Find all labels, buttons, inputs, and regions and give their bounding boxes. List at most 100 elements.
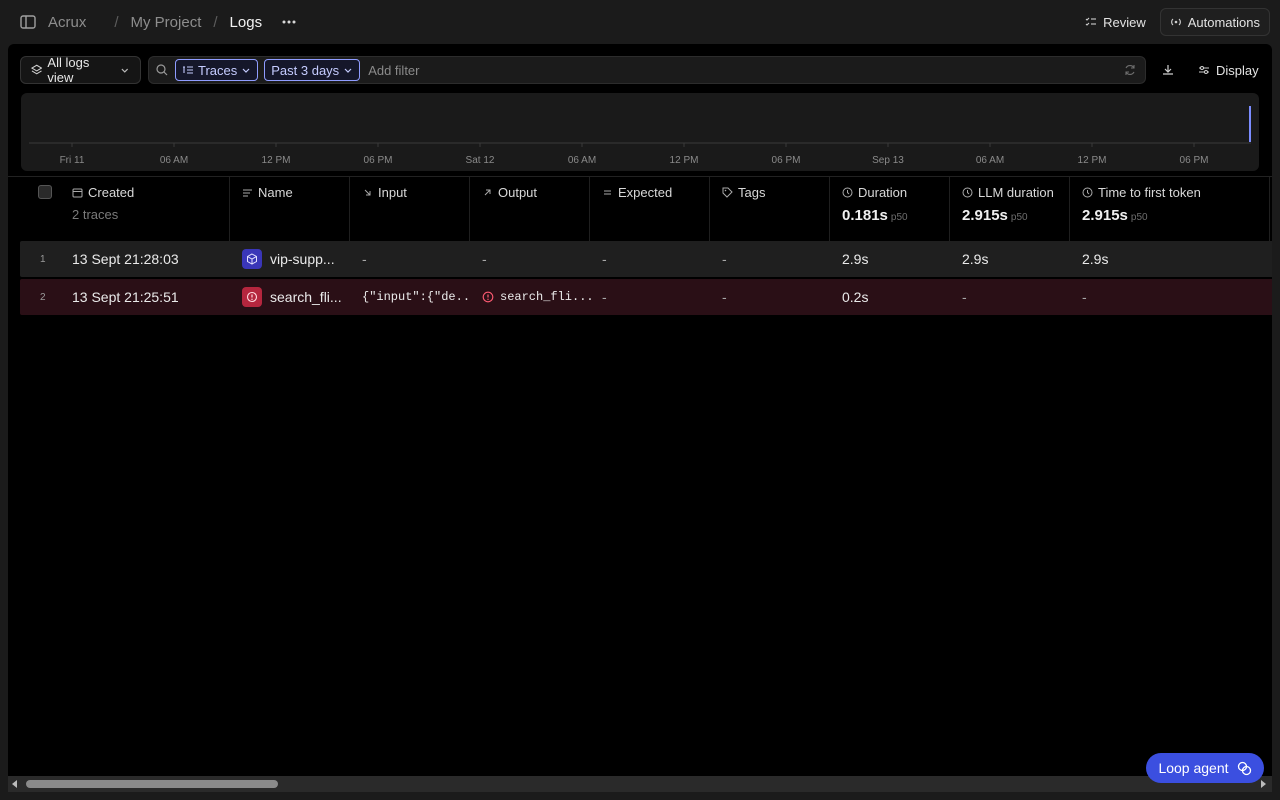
automations-button[interactable]: Automations (1159, 8, 1270, 36)
scrollbar-thumb[interactable] (26, 780, 278, 788)
select-all-checkbox[interactable] (38, 185, 52, 199)
filter-input[interactable] (368, 59, 1123, 81)
cell-tags: - (722, 251, 727, 267)
cell-ttft: - (1082, 289, 1087, 305)
cell-duration: 0.2s (842, 289, 869, 305)
histogram-tick-label: Sep 13 (872, 155, 904, 166)
error-icon (242, 287, 262, 307)
column-expected-label: Expected (618, 185, 673, 200)
display-label: Display (1216, 62, 1259, 78)
traces-chip[interactable]: Traces (175, 59, 259, 81)
cell-input: - (362, 251, 367, 267)
layers-icon (31, 64, 43, 75)
chevron-down-icon (121, 68, 129, 73)
cell-created: 13 Sept 21:28:03 (72, 251, 179, 267)
column-expected[interactable]: Expected (590, 177, 710, 243)
cell-output-text: search_fli... (500, 290, 594, 304)
error-circle-icon (482, 291, 494, 303)
column-input[interactable]: Input (350, 177, 470, 243)
search-icon (156, 64, 168, 76)
chevron-down-icon (344, 68, 352, 73)
cell-name-text: search_fli... (270, 289, 342, 305)
arrow-down-right-icon (364, 189, 371, 196)
more-options-icon[interactable] (280, 13, 298, 31)
cell-name-text: vip-supp... (270, 251, 335, 267)
histogram-ticks: Fri 11 06 AM 12 PM 06 PM Sat 12 06 AM 12 PM 06 … (60, 143, 1208, 166)
traces-chip-label: Traces (198, 62, 238, 78)
display-button[interactable]: Display (1192, 56, 1265, 84)
review-label: Review (1103, 14, 1146, 30)
broadcast-icon (1170, 18, 1181, 26)
duration-p50: 0.181s p50 (842, 207, 908, 224)
cell-output: search_fli... (482, 279, 594, 315)
scroll-left-icon[interactable] (12, 780, 17, 788)
column-output[interactable]: Output (470, 177, 590, 243)
column-created[interactable]: Created 2 traces (60, 177, 230, 243)
calendar-icon (72, 188, 83, 198)
histogram-tick-label: 12 PM (1078, 155, 1107, 166)
refresh-icon[interactable] (1123, 63, 1137, 77)
header-actions: Review Automations (1075, 8, 1270, 36)
breadcrumb-separator: / (114, 13, 119, 31)
histogram-tick-label: 06 PM (772, 155, 801, 166)
checklist-icon (1085, 17, 1097, 26)
column-name-label: Name (258, 185, 293, 200)
automations-label: Automations (1187, 14, 1260, 30)
column-name[interactable]: Name (230, 177, 350, 243)
cell-created: 13 Sept 21:25:51 (72, 289, 179, 305)
cell-tags: - (722, 289, 727, 305)
histogram-tick-label: 06 AM (568, 155, 596, 166)
sidebar-toggle-icon[interactable] (19, 13, 37, 31)
cell-llm-duration: 2.9s (962, 251, 989, 267)
logs-panel: All logs view Traces Past 3 days Add fil… (8, 44, 1272, 792)
filter-search: Traces Past 3 days (148, 56, 1146, 84)
histogram-tick-label: 06 PM (364, 155, 393, 166)
horizontal-scrollbar[interactable] (8, 776, 1272, 792)
equals-icon (604, 190, 611, 195)
histogram-tick-label: 06 AM (160, 155, 188, 166)
row-number: 2 (40, 291, 46, 303)
loop-agent-button[interactable]: Loop agent (1146, 753, 1264, 783)
table-row[interactable]: 1 13 Sept 21:28:03 vip-supp... - - - - 2… (20, 241, 1272, 277)
ttft-p50: 2.915s p50 (1082, 207, 1148, 224)
download-button[interactable] (1156, 56, 1180, 84)
histogram-tick-label: 12 PM (262, 155, 291, 166)
text-lines-icon (243, 189, 252, 197)
cell-name: vip-supp... (242, 241, 354, 277)
table-header: Created 2 traces Name Input Output Expec… (8, 176, 1272, 243)
clock-icon (1082, 187, 1093, 198)
column-output-label: Output (498, 185, 538, 200)
histogram-bar (1249, 106, 1251, 142)
page-title: Logs (229, 13, 263, 31)
breadcrumb-project[interactable]: My Project (131, 14, 202, 31)
time-range-chip[interactable]: Past 3 days (264, 59, 361, 81)
histogram-tick-label: Sat 12 (466, 155, 495, 166)
cell-input: {"input":{"de... (362, 290, 472, 304)
view-selector[interactable]: All logs view (20, 55, 141, 85)
cell-output: - (482, 251, 487, 267)
download-icon (1163, 65, 1173, 75)
cube-icon (242, 249, 262, 269)
view-label: All logs view (47, 55, 90, 85)
histogram-svg: Fri 11 06 AM 12 PM 06 PM Sat 12 06 AM 12 PM 06 … (29, 106, 1251, 166)
arrow-up-right-icon (484, 189, 491, 196)
tag-icon (722, 187, 733, 198)
column-llm-duration-label: LLM duration (978, 185, 1054, 200)
breadcrumb-org[interactable]: Acrux (48, 14, 86, 31)
column-duration[interactable]: Duration 0.181s p50 (830, 177, 950, 243)
column-ttft[interactable]: Time to first token 2.915s p50 (1070, 177, 1270, 243)
scroll-right-icon[interactable] (1261, 780, 1266, 788)
cell-name: search_fli... (242, 279, 354, 315)
chevron-down-icon (242, 68, 250, 73)
column-ttft-label: Time to first token (1098, 185, 1201, 200)
column-llm-duration[interactable]: LLM duration 2.915s p50 (950, 177, 1070, 243)
breadcrumb-separator: / (213, 13, 218, 31)
column-tags[interactable]: Tags (710, 177, 830, 243)
traces-histogram[interactable]: Fri 11 06 AM 12 PM 06 PM Sat 12 06 AM 12 PM 06 … (21, 93, 1259, 171)
review-button[interactable]: Review (1075, 8, 1156, 36)
cell-llm-duration: - (962, 289, 967, 305)
table-row-error[interactable]: 2 13 Sept 21:25:51 search_fli... {"input… (20, 279, 1272, 315)
histogram-tick-label: 12 PM (670, 155, 699, 166)
histogram-tick-label: 06 AM (976, 155, 1004, 166)
time-range-label: Past 3 days (271, 62, 340, 78)
